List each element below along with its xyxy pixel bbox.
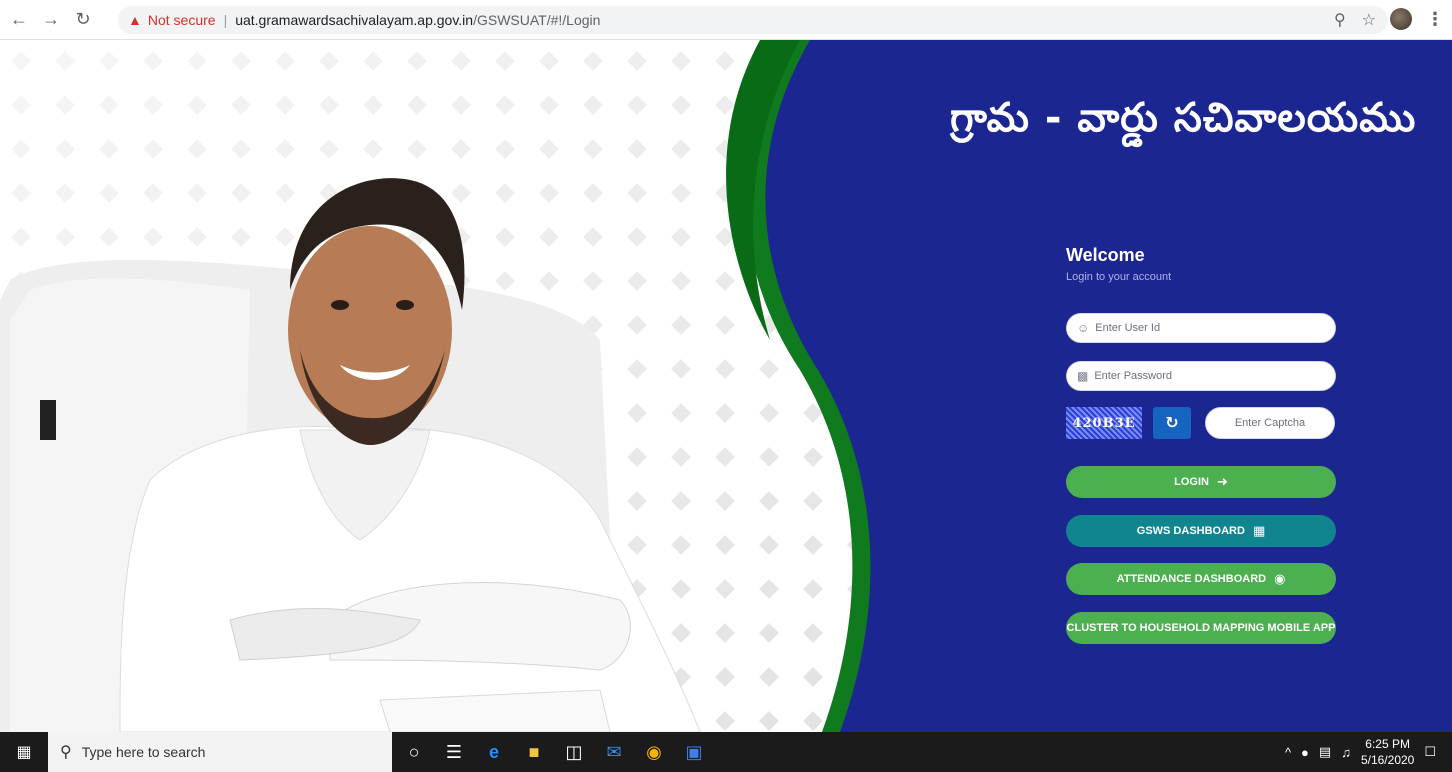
- security-label: Not secure: [147, 12, 216, 28]
- star-icon[interactable]: ☆: [1362, 10, 1376, 30]
- taskbar-search-placeholder: Type here to search: [81, 744, 206, 760]
- search-icon: ⚲: [60, 744, 72, 761]
- password-placeholder: Enter Password: [1094, 370, 1172, 382]
- page-title: గ్రామ - వార్డు సచివాలయము: [950, 95, 1417, 141]
- volume-icon[interactable]: ♫: [1341, 745, 1351, 760]
- login-subtitle: Login to your account: [1066, 271, 1172, 283]
- avatar[interactable]: [1390, 8, 1412, 30]
- user-icon: ☺: [1077, 321, 1090, 335]
- taskbar-search[interactable]: ⚲ Type here to search: [48, 732, 392, 772]
- forward-arrow-icon[interactable]: →: [38, 7, 64, 33]
- notification-icon[interactable]: ☐: [1424, 744, 1436, 760]
- system-tray: ^ ● ▤ ♫ 6:25 PM 5/16/2020 ☐: [1285, 732, 1436, 772]
- lock-icon: ▩: [1077, 369, 1089, 383]
- chevron-up-icon[interactable]: ^: [1285, 745, 1291, 760]
- refresh-icon[interactable]: ↻: [1153, 407, 1191, 439]
- network-icon[interactable]: ▤: [1319, 744, 1331, 760]
- edge-icon[interactable]: e: [476, 732, 512, 772]
- address-bar[interactable]: ▲ Not secure | uat.gramawardsachivalayam…: [118, 6, 1388, 34]
- warning-icon: ▲: [128, 12, 142, 28]
- omnibox-actions: ⚲ ☆: [1334, 10, 1376, 30]
- chrome-icon[interactable]: ◉: [636, 732, 672, 772]
- cortana-icon[interactable]: ○: [396, 732, 432, 772]
- browser-right-controls: ⋮: [1390, 8, 1444, 30]
- attendance-dashboard-label: ATTENDANCE DASHBOARD: [1116, 573, 1267, 585]
- menu-icon[interactable]: ⋮: [1426, 9, 1444, 30]
- browser-toolbar: ← → ↻ ▲ Not secure | uat.gramawardsachiv…: [0, 0, 1452, 40]
- cluster-app-label: CLUSTER TO HOUSEHOLD MAPPING MOBILE APP: [1066, 622, 1336, 634]
- login-label: LOGIN: [1174, 476, 1209, 488]
- clock-time: 6:25 PM: [1365, 737, 1410, 751]
- back-arrow-icon[interactable]: ←: [6, 7, 32, 33]
- windows-start-icon[interactable]: ▦: [0, 732, 48, 772]
- mail-icon[interactable]: ✉: [596, 732, 632, 772]
- sign-in-icon: ➜: [1216, 474, 1228, 489]
- captcha-image: 420B3E: [1066, 407, 1142, 439]
- userid-placeholder: Enter User Id: [1095, 322, 1161, 334]
- gsws-dashboard-button[interactable]: GSWS DASHBOARD ▦: [1066, 515, 1336, 547]
- attendance-dashboard-button[interactable]: ATTENDANCE DASHBOARD ◉: [1066, 563, 1336, 595]
- password-field[interactable]: ▩ Enter Password: [1066, 361, 1336, 391]
- wps-icon[interactable]: ▣: [676, 732, 712, 772]
- captcha-field[interactable]: Enter Captcha: [1205, 407, 1335, 439]
- reload-icon[interactable]: ↻: [70, 7, 96, 33]
- task-view-icon[interactable]: ☰: [436, 732, 472, 772]
- zoom-icon[interactable]: ⚲: [1334, 10, 1346, 30]
- gsws-dashboard-label: GSWS DASHBOARD: [1136, 525, 1245, 537]
- store-icon[interactable]: ◫: [556, 732, 592, 772]
- login-page: గ్రామ - వార్డు సచివాలయము Welcome Login t…: [0, 40, 1452, 732]
- dashboard-icon: ▦: [1252, 523, 1266, 538]
- url-host: uat.gramawardsachivalayam.ap.gov.in: [235, 12, 474, 28]
- login-button[interactable]: LOGIN ➜: [1066, 466, 1336, 498]
- welcome-heading: Welcome: [1066, 245, 1145, 265]
- portrait-photo: [0, 178, 701, 732]
- address-divider: |: [223, 12, 228, 28]
- userid-field[interactable]: ☺ Enter User Id: [1066, 313, 1336, 343]
- fingerprint-icon: ◉: [1274, 571, 1286, 586]
- clock-date: 5/16/2020: [1360, 753, 1415, 767]
- windows-taskbar: ▦ ⚲ Type here to search ○ ☰ e ■ ◫ ✉ ◉ ▣ …: [0, 732, 1452, 772]
- cluster-app-button[interactable]: CLUSTER TO HOUSEHOLD MAPPING MOBILE APP: [1066, 612, 1336, 644]
- system-clock[interactable]: 6:25 PM 5/16/2020: [1361, 736, 1414, 768]
- microphone-icon[interactable]: ●: [1301, 745, 1309, 760]
- file-explorer-icon[interactable]: ■: [516, 732, 552, 772]
- url-path: /GSWSUAT/#!/Login: [473, 12, 601, 28]
